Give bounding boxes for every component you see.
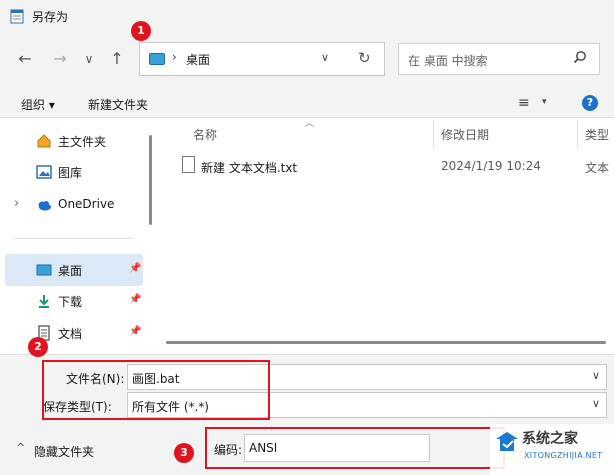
watermark-brand: 系统之家: [522, 431, 578, 447]
step-badge-1: 1: [131, 21, 151, 41]
sidebar-scrollbar[interactable]: [149, 135, 152, 225]
file-date-cell: 2024/1/19 10:24: [441, 159, 541, 173]
pin-icon[interactable]: 📌: [129, 263, 141, 274]
sidebar-item-home[interactable]: 主文件夹: [8, 126, 144, 156]
sidebar-item-label: 文档: [58, 327, 83, 341]
desktop-icon: [149, 53, 165, 65]
sidebar-item-label: 桌面: [58, 264, 83, 278]
pin-icon[interactable]: 📌: [129, 326, 141, 337]
sidebar-item-label: 主文件夹: [58, 135, 107, 149]
home-icon: [37, 134, 51, 148]
file-name-cell[interactable]: 新建 文本文档.txt: [201, 159, 297, 176]
recent-locations-icon[interactable]: ∨: [76, 46, 102, 72]
filename-dropdown-icon[interactable]: ∨: [592, 369, 600, 382]
sidebar-item-label: OneDrive: [58, 197, 115, 211]
help-icon[interactable]: ?: [582, 95, 598, 111]
watermark-logo: [496, 432, 518, 451]
notepad-icon: [10, 9, 24, 24]
desktop-icon: [36, 264, 52, 276]
expand-chevron-icon[interactable]: ›: [14, 196, 19, 211]
title-bar: [0, 0, 614, 32]
breadcrumb-desktop[interactable]: 桌面: [186, 51, 210, 68]
watermark-url: XITONGZHIJIA.NET: [524, 451, 603, 460]
sidebar-item-downloads[interactable]: 下载 📌: [8, 286, 144, 316]
hide-folders-button[interactable]: 隐藏文件夹: [34, 443, 94, 460]
search-placeholder: 在 桌面 中搜索: [408, 54, 488, 68]
search-icon[interactable]: [573, 50, 587, 64]
up-arrow-icon[interactable]: ↑: [104, 46, 130, 72]
sidebar-item-gallery[interactable]: 图库: [8, 157, 144, 187]
organize-button[interactable]: 组织 ▾: [21, 96, 55, 113]
text-file-icon: [182, 156, 195, 173]
column-header-type[interactable]: 类型: [585, 126, 609, 143]
collapse-chevron-icon[interactable]: ^: [16, 441, 25, 454]
sidebar-item-label: 下载: [58, 295, 83, 309]
filename-highlight-box: [42, 360, 270, 420]
cloud-icon: [38, 201, 51, 211]
view-dropdown-icon[interactable]: ▾: [542, 97, 547, 107]
step-badge-3: 3: [174, 443, 194, 463]
horizontal-scrollbar[interactable]: [166, 341, 606, 344]
sort-caret-icon: ︿: [305, 119, 315, 129]
sidebar-divider: [14, 238, 134, 239]
breadcrumb-chevron-icon: ›: [172, 50, 177, 64]
step-badge-2: 2: [28, 337, 48, 357]
column-header-date[interactable]: 修改日期: [441, 126, 489, 143]
column-divider[interactable]: [577, 120, 578, 148]
new-folder-button[interactable]: 新建文件夹: [88, 96, 148, 113]
window-title: 另存为: [32, 10, 69, 24]
address-dropdown-icon[interactable]: ∨: [321, 51, 329, 64]
file-type-cell: 文本: [585, 161, 610, 175]
column-header-name[interactable]: 名称: [193, 126, 217, 143]
sidebar-item-onedrive[interactable]: › OneDrive: [8, 190, 144, 220]
download-icon: [39, 295, 49, 308]
back-arrow-icon[interactable]: ←: [12, 46, 38, 72]
filetype-dropdown-icon[interactable]: ∨: [592, 397, 600, 410]
sidebar-item-desktop[interactable]: 桌面 📌: [8, 255, 144, 285]
column-divider[interactable]: [433, 120, 434, 148]
encoding-highlight-box: [205, 427, 505, 469]
forward-arrow-icon[interactable]: →: [47, 46, 73, 72]
refresh-icon[interactable]: ↻: [358, 49, 371, 67]
gallery-icon: [36, 165, 52, 179]
sidebar-item-label: 图库: [58, 166, 83, 180]
view-options-icon[interactable]: ≡: [518, 95, 530, 111]
pin-icon[interactable]: 📌: [129, 294, 141, 305]
